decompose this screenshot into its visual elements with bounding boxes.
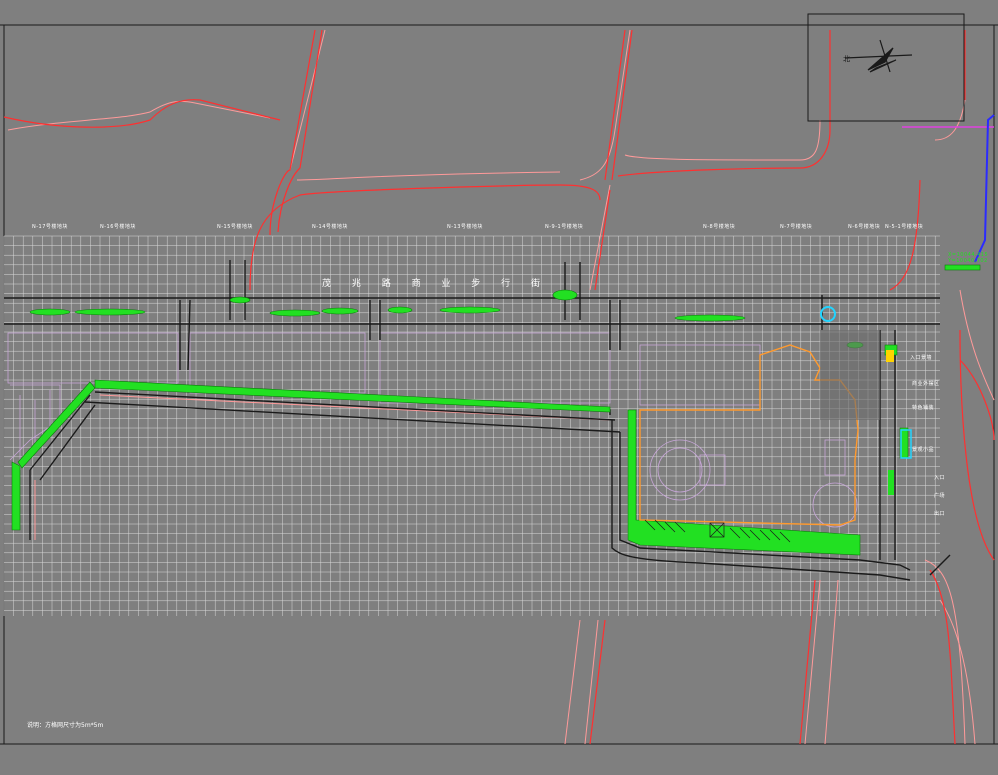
side-label: 出口 [934, 511, 946, 517]
site-plan-svg [0, 13, 998, 745]
side-label: 景观小品 [912, 447, 935, 453]
cyan-marker [820, 306, 836, 322]
side-label: 特色铺装 [912, 405, 935, 411]
blue-boundary [974, 114, 995, 263]
section-label: N-14号楼地块 [312, 224, 348, 230]
side-label: 入口景墙 [910, 355, 933, 361]
section-label: N-5-1号楼地块 [885, 224, 924, 230]
grid-note: 说明：方格网尺寸为5m*5m [27, 722, 104, 729]
section-label: N-8号楼地块 [703, 224, 736, 230]
section-label: N-17号楼地块 [32, 224, 68, 230]
north-arrow-icon [844, 39, 913, 73]
survey-grid [3, 235, 940, 616]
coordinate-label-y: Y=10040.702 [948, 258, 988, 264]
side-label: 入口 [934, 475, 946, 481]
legend-swatches [886, 350, 912, 495]
north-arrow-frame [807, 13, 965, 122]
building-outlines [7, 332, 858, 528]
section-label: N-16号楼地块 [100, 224, 136, 230]
section-label: N-15号楼地块 [217, 224, 253, 230]
section-label: N-6号楼地块 [848, 224, 881, 230]
side-label: 商业外摆区 [912, 381, 940, 387]
section-label: N-13号楼地块 [447, 224, 483, 230]
cad-drawing-canvas[interactable]: 茂 兆 路 商 业 步 行 街 说明：方格网尺寸为5m*5m 北 N-17号楼地… [0, 0, 998, 771]
street-title: 茂 兆 路 商 业 步 行 街 [322, 279, 550, 289]
right-paving-strip [820, 330, 880, 420]
compass-north-label: 北 [843, 55, 851, 63]
side-label: 广场 [934, 493, 946, 499]
section-label: N-7号楼地块 [780, 224, 813, 230]
section-label: N-9-1号楼地块 [545, 224, 584, 230]
